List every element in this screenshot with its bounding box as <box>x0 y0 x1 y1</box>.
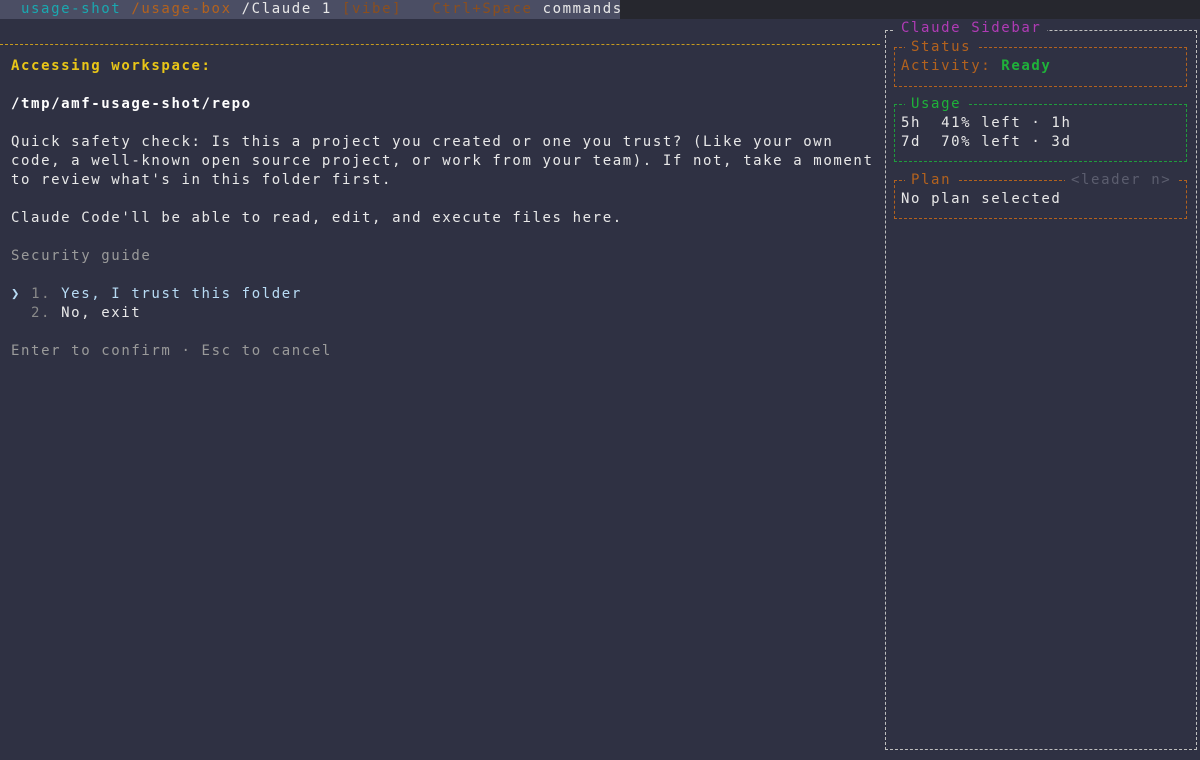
option-number: 1. <box>31 286 52 302</box>
usage-title: Usage <box>905 95 968 114</box>
usage-row-7d: 7d 70% left · 3d <box>901 134 1072 150</box>
page-title: Accessing workspace: <box>11 58 212 74</box>
status-title: Status <box>905 38 978 57</box>
commands-label[interactable]: commands <box>543 1 623 17</box>
option-number: 2. <box>31 305 52 321</box>
safety-paragraph-line: Quick safety check: Is this a project yo… <box>11 134 834 150</box>
pane-separator <box>0 44 880 45</box>
usage-row-5h: 5h 41% left · 1h <box>901 115 1072 131</box>
activity-row: Activity: Ready <box>901 57 1051 76</box>
activity-status: Ready <box>1001 58 1052 74</box>
window-name[interactable]: /Claude 1 <box>242 1 332 17</box>
plan-value: No plan selected <box>901 191 1062 207</box>
activity-label: Activity: <box>901 58 992 74</box>
security-guide-link[interactable]: Security guide <box>11 247 151 266</box>
option-label: Yes, I trust this folder <box>61 286 302 302</box>
workspace-path: /tmp/amf-usage-shot/repo <box>11 96 252 112</box>
shortcut-key: Ctrl+Space <box>432 1 533 17</box>
tab-bar-text: usage-shot /usage-box /Claude 1 [vibe] C… <box>21 0 623 19</box>
keyboard-hint: Enter to confirm · Esc to cancel <box>11 343 332 359</box>
option-exit[interactable]: 2. No, exit <box>31 304 141 323</box>
tmux-status-bar: usage-shot /usage-box /Claude 1 [vibe] C… <box>0 0 1200 19</box>
mode-badge: [vibe] <box>341 1 403 17</box>
sidebar-title: Claude Sidebar <box>895 19 1048 38</box>
capability-text: Claude Code'll be able to read, edit, an… <box>11 210 623 226</box>
safety-paragraph-line: code, a well-known open source project, … <box>11 153 874 169</box>
plan-shortcut-hint: <leader n> <box>1065 171 1178 190</box>
tab-path: /usage-box <box>131 1 232 17</box>
selection-cursor-icon: ❯ <box>11 286 22 302</box>
option-label: No, exit <box>61 305 142 321</box>
safety-paragraph-line: to review what's in this folder first. <box>11 172 393 188</box>
session-name[interactable]: usage-shot <box>21 1 121 17</box>
plan-title: Plan <box>905 171 958 190</box>
option-trust[interactable]: ❯ 1. Yes, I trust this folder <box>11 285 302 304</box>
